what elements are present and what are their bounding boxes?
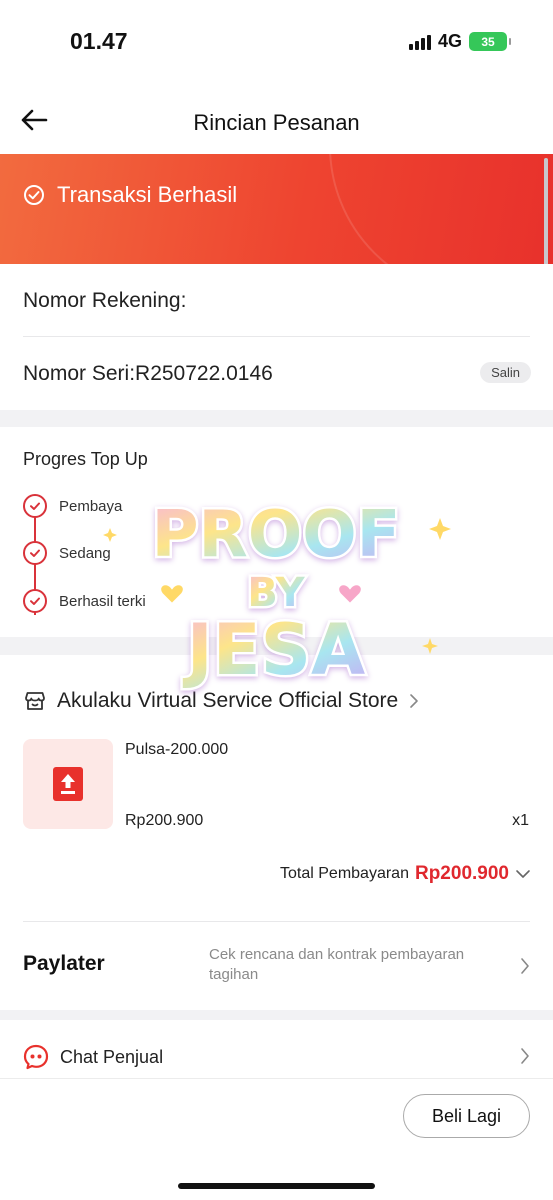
battery-icon: 35 xyxy=(469,32,511,51)
topup-icon xyxy=(53,767,83,801)
total-payment-value: Rp200.900 xyxy=(414,863,509,884)
chat-seller-label: Chat Penjual xyxy=(60,1046,164,1067)
chevron-right-icon xyxy=(521,1048,529,1064)
check-icon xyxy=(23,589,47,613)
buy-again-button[interactable]: Beli Lagi xyxy=(403,1094,530,1138)
progress-step: Sedang xyxy=(23,541,111,565)
page-title: Rincian Pesanan xyxy=(193,110,360,135)
product-price: Rp200.900 xyxy=(125,812,204,829)
bottom-action-bar: Beli Lagi xyxy=(0,1078,553,1200)
account-number-label: Nomor Rekening: xyxy=(23,289,187,312)
chevron-down-icon xyxy=(516,870,530,878)
paylater-description[interactable]: Cek rencana dan kontrak pembayaran tagih… xyxy=(209,945,511,985)
signal-icon xyxy=(408,34,431,50)
watermark-line-1: PROOF xyxy=(152,498,401,572)
product-quantity: x1 xyxy=(512,812,529,829)
watermark-line-3: JESA xyxy=(183,609,365,691)
battery-level: 35 xyxy=(481,34,495,49)
transaction-status-text: Transaksi Berhasil xyxy=(57,182,238,207)
check-icon xyxy=(23,541,47,565)
heart-icon xyxy=(337,583,363,606)
copy-button[interactable]: Salin xyxy=(480,362,531,383)
chat-icon xyxy=(23,1044,49,1070)
network-type: 4G xyxy=(437,31,462,51)
home-indicator[interactable] xyxy=(178,1183,375,1189)
total-payment-toggle[interactable]: Total Pembayaran Rp200.900 xyxy=(280,863,531,885)
divider xyxy=(23,921,530,922)
check-circle-icon xyxy=(24,185,44,205)
progress-title: Progres Top Up xyxy=(23,449,148,469)
paylater-title: Paylater xyxy=(23,952,105,975)
heart-icon xyxy=(159,583,185,606)
status-indicators: 4G 35 xyxy=(408,31,511,52)
order-card: Akulaku Virtual Service Official Store P… xyxy=(0,655,553,1010)
status-bar: 01.47 4G 35 xyxy=(0,0,553,86)
transaction-status-banner: Transaksi Berhasil xyxy=(0,154,553,264)
product-name: Pulsa-200.000 xyxy=(125,741,229,758)
status-time: 01.47 xyxy=(70,28,128,54)
total-payment-label: Total Pembayaran xyxy=(280,865,409,882)
watermark-sticker: PROOF BY JESA xyxy=(103,496,451,694)
product-image[interactable] xyxy=(23,739,113,829)
check-icon xyxy=(23,494,47,518)
divider xyxy=(23,336,530,337)
serial-number: Nomor Seri:R250722.0146 xyxy=(23,362,273,385)
store-icon xyxy=(25,692,45,710)
header: Rincian Pesanan xyxy=(0,86,553,154)
account-info-card: Nomor Rekening: Nomor Seri:R250722.0146 … xyxy=(0,264,553,410)
chevron-right-icon[interactable] xyxy=(519,957,531,975)
chat-seller-row[interactable]: Chat Penjual xyxy=(0,1020,553,1080)
